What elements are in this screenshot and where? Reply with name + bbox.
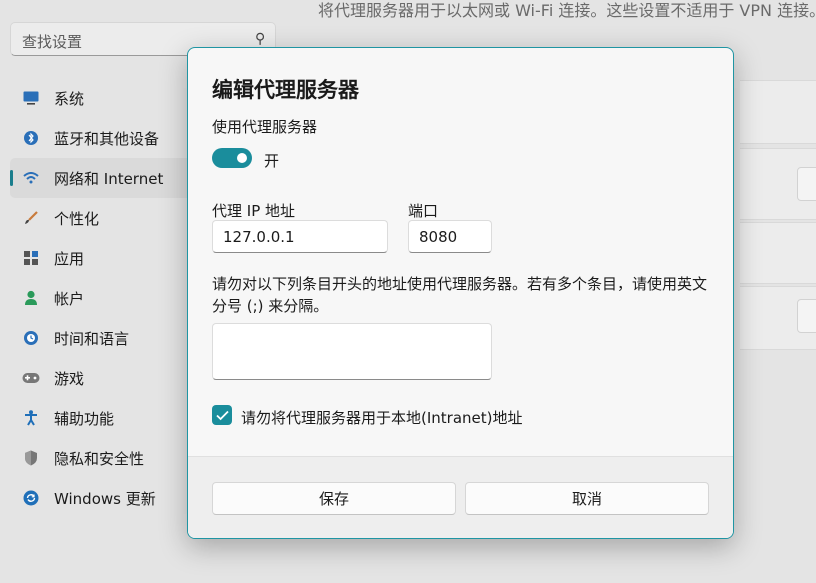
proxy-ip-input[interactable]: 127.0.0.1	[212, 220, 388, 253]
sidebar-item-label: 系统	[54, 89, 85, 108]
selected-indicator	[10, 170, 13, 186]
sidebar-item-label: 隐私和安全性	[54, 449, 145, 468]
exceptions-textarea[interactable]	[212, 323, 492, 380]
brush-icon	[21, 208, 41, 228]
use-proxy-label: 使用代理服务器	[212, 118, 318, 136]
settings-window: 将代理服务器用于以太网或 Wi-Fi 连接。这些设置不适用于 VPN 连接。 查…	[0, 0, 816, 583]
bypass-local-label[interactable]: 请勿将代理服务器用于本地(Intranet)地址	[241, 407, 523, 428]
globe-clock-icon	[21, 328, 41, 348]
dialog-title: 编辑代理服务器	[212, 78, 359, 102]
sidebar-item-label: 应用	[54, 249, 85, 268]
monitor-icon	[21, 88, 41, 108]
edit-proxy-dialog: 编辑代理服务器 使用代理服务器 开 代理 IP 地址 127.0.0.1 端口 …	[187, 47, 734, 539]
search-placeholder: 查找设置	[22, 33, 83, 51]
search-icon[interactable]: ⚲	[255, 31, 265, 47]
save-button[interactable]: 保存	[212, 482, 456, 515]
dialog-footer: 保存 取消	[188, 456, 733, 538]
sidebar-item-label: Windows 更新	[54, 489, 156, 508]
port-label: 端口	[408, 202, 439, 220]
sidebar-item-label: 帐户	[54, 289, 85, 308]
gamepad-icon	[21, 368, 41, 388]
apps-icon	[21, 248, 41, 268]
background-card	[740, 80, 816, 144]
bluetooth-icon	[21, 128, 41, 148]
toggle-knob	[237, 153, 247, 163]
sidebar-item-label: 蓝牙和其他设备	[54, 129, 160, 148]
checkmark-icon	[215, 410, 229, 420]
wifi-icon	[21, 168, 41, 188]
shield-icon	[21, 448, 41, 468]
sidebar-item-label: 网络和 Internet	[54, 169, 164, 188]
sidebar-item-label: 游戏	[54, 369, 85, 388]
use-proxy-toggle[interactable]	[212, 148, 252, 168]
sidebar-item-label: 个性化	[54, 209, 100, 228]
background-card	[740, 222, 816, 284]
sidebar-item-label: 时间和语言	[54, 329, 130, 348]
background-setup-button[interactable]	[797, 167, 816, 201]
background-edit-button[interactable]	[797, 299, 816, 333]
accessibility-icon	[21, 408, 41, 428]
port-input[interactable]: 8080	[408, 220, 492, 253]
update-icon	[21, 488, 41, 508]
toggle-state-label: 开	[264, 152, 280, 170]
proxy-ip-label: 代理 IP 地址	[212, 202, 296, 220]
sidebar-item-label: 辅助功能	[54, 409, 115, 428]
person-icon	[21, 288, 41, 308]
bypass-local-checkbox[interactable]	[212, 405, 232, 425]
proxy-info-text: 将代理服务器用于以太网或 Wi-Fi 连接。这些设置不适用于 VPN 连接。	[318, 1, 816, 20]
exceptions-description: 请勿对以下列条目开头的地址使用代理服务器。若有多个条目，请使用英文分号 (;) …	[212, 275, 708, 315]
cancel-button[interactable]: 取消	[465, 482, 709, 515]
